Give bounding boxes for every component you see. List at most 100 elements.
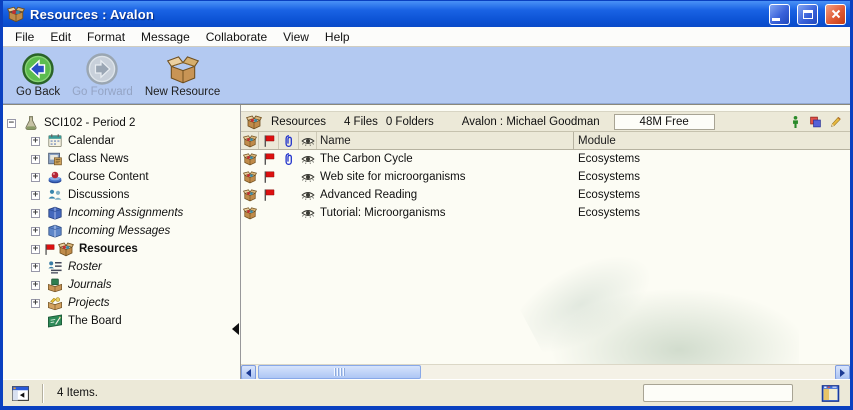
layers-icon[interactable] — [809, 115, 822, 129]
menu-collaborate[interactable]: Collaborate — [198, 28, 275, 46]
panel-toggle-icon[interactable] — [11, 384, 30, 403]
tree-item-label: Incoming Messages — [68, 225, 170, 237]
calendar-icon — [47, 133, 63, 149]
tree-item[interactable]: + Incoming Messages — [3, 222, 240, 240]
resource-name[interactable]: Advanced Reading — [317, 186, 574, 204]
cell-flag — [259, 186, 279, 204]
cell-clip — [279, 150, 299, 168]
column-name[interactable]: Name — [317, 132, 574, 149]
app-icon[interactable] — [7, 5, 25, 23]
flag-icon — [262, 188, 276, 202]
list-row[interactable]: Web site for microorganismsEcosystems — [241, 168, 850, 186]
column-resource-icon[interactable] — [241, 132, 259, 149]
close-button[interactable] — [825, 4, 846, 25]
resource-box-icon — [243, 152, 257, 166]
tree-item[interactable]: − SCI102 - Period 2 — [3, 114, 240, 132]
column-module[interactable]: Module — [574, 132, 850, 149]
tree-item[interactable]: + Course Content — [3, 168, 240, 186]
tree-item[interactable]: +Discussions — [3, 186, 240, 204]
column-visibility[interactable] — [299, 132, 317, 149]
go-back-label: Go Back — [16, 86, 60, 98]
chevron-left-icon — [246, 369, 251, 377]
minimize-button[interactable] — [769, 4, 790, 25]
cell-flag — [259, 168, 279, 186]
menu-help[interactable]: Help — [317, 28, 358, 46]
go-back-button[interactable]: Go Back — [11, 51, 65, 99]
menu-edit[interactable]: Edit — [42, 28, 79, 46]
app-window: Resources : Avalon File Edit Format Mess… — [0, 0, 853, 410]
tree-item[interactable]: +Resources — [3, 240, 240, 258]
tree-item[interactable]: +Class News — [3, 150, 240, 168]
course-tree-panel: −SCI102 - Period 2+Calendar+Class News+C… — [3, 105, 241, 379]
column-flag[interactable] — [259, 132, 279, 149]
expand-toggle[interactable]: + — [31, 137, 40, 146]
assignments-icon — [47, 205, 63, 221]
flask-icon — [23, 115, 39, 131]
toolbar: Go Back Go Forward New Resource — [3, 47, 850, 104]
menu-file[interactable]: File — [7, 28, 42, 46]
tree-item[interactable]: + Calendar — [3, 132, 240, 150]
hscroll-track[interactable] — [256, 365, 835, 379]
tree-item[interactable]: The Board — [3, 312, 240, 330]
expand-toggle[interactable]: + — [31, 281, 40, 290]
maximize-button[interactable] — [797, 4, 818, 25]
expand-toggle[interactable]: + — [31, 155, 40, 164]
expand-toggle[interactable]: + — [31, 263, 40, 272]
list-row[interactable]: Tutorial: MicroorganismsEcosystems — [241, 204, 850, 222]
roster-icon — [47, 259, 63, 275]
eye-icon — [301, 152, 315, 166]
tree-item-label: SCI102 - Period 2 — [44, 117, 135, 129]
menu-view[interactable]: View — [275, 28, 317, 46]
expand-toggle[interactable]: − — [7, 119, 16, 128]
collapse-splitter-arrow[interactable] — [232, 323, 239, 335]
horizontal-scrollbar — [241, 364, 850, 379]
projects-icon — [47, 295, 63, 311]
new-resource-button[interactable]: New Resource — [140, 51, 225, 99]
expand-toggle[interactable]: + — [31, 299, 40, 308]
resource-module: Ecosystems — [574, 186, 640, 204]
expand-toggle[interactable]: + — [31, 173, 40, 182]
tree-item-label: Calendar — [68, 135, 115, 147]
tree: −SCI102 - Period 2+Calendar+Class News+C… — [3, 114, 240, 330]
tree-item[interactable]: +Projects — [3, 294, 240, 312]
expand-toggle[interactable]: + — [31, 227, 40, 236]
menu-message[interactable]: Message — [133, 28, 198, 46]
go-forward-icon — [85, 52, 119, 86]
tree-item-label: Incoming Assignments — [68, 207, 183, 219]
eye-icon — [301, 206, 315, 220]
column-header-row: Name Module — [241, 132, 850, 150]
eye-icon — [301, 134, 315, 148]
tree-item[interactable]: +Journals — [3, 276, 240, 294]
expand-toggle[interactable]: + — [31, 209, 40, 218]
main-content: −SCI102 - Period 2+Calendar+Class News+C… — [3, 104, 850, 379]
resource-list-panel: Resources 4 Files 0 Folders Avalon : Mic… — [241, 105, 850, 379]
paperclip-icon — [282, 134, 296, 148]
resource-name[interactable]: Web site for microorganisms — [317, 168, 574, 186]
tree-item-label: Course Content — [68, 171, 149, 183]
tree-item[interactable]: +Roster — [3, 258, 240, 276]
flag-icon — [262, 170, 276, 184]
cell-clip — [279, 204, 299, 222]
window-layout-icon[interactable] — [821, 384, 840, 403]
resource-name[interactable]: Tutorial: Microorganisms — [317, 204, 574, 222]
go-forward-button[interactable]: Go Forward — [67, 51, 138, 99]
expand-toggle[interactable]: + — [31, 191, 40, 200]
tree-item[interactable]: + Incoming Assignments — [3, 204, 240, 222]
edit-pencil-icon[interactable] — [829, 115, 842, 129]
list-row[interactable]: The Carbon CycleEcosystems — [241, 150, 850, 168]
hscroll-right-arrow[interactable] — [835, 365, 850, 379]
cell-flag — [259, 150, 279, 168]
hscroll-thumb[interactable] — [258, 365, 421, 379]
resource-name[interactable]: The Carbon Cycle — [317, 150, 574, 168]
scroll-grip-icon — [334, 368, 345, 376]
flag-icon — [43, 243, 56, 256]
expand-toggle[interactable]: + — [31, 245, 40, 254]
menu-format[interactable]: Format — [79, 28, 133, 46]
user-icon[interactable] — [789, 115, 802, 129]
cell-box — [241, 204, 259, 222]
list-row[interactable]: Advanced ReadingEcosystems — [241, 186, 850, 204]
cell-eye — [299, 168, 317, 186]
column-attachment[interactable] — [279, 132, 299, 149]
hscroll-left-arrow[interactable] — [241, 365, 256, 379]
cell-box — [241, 150, 259, 168]
